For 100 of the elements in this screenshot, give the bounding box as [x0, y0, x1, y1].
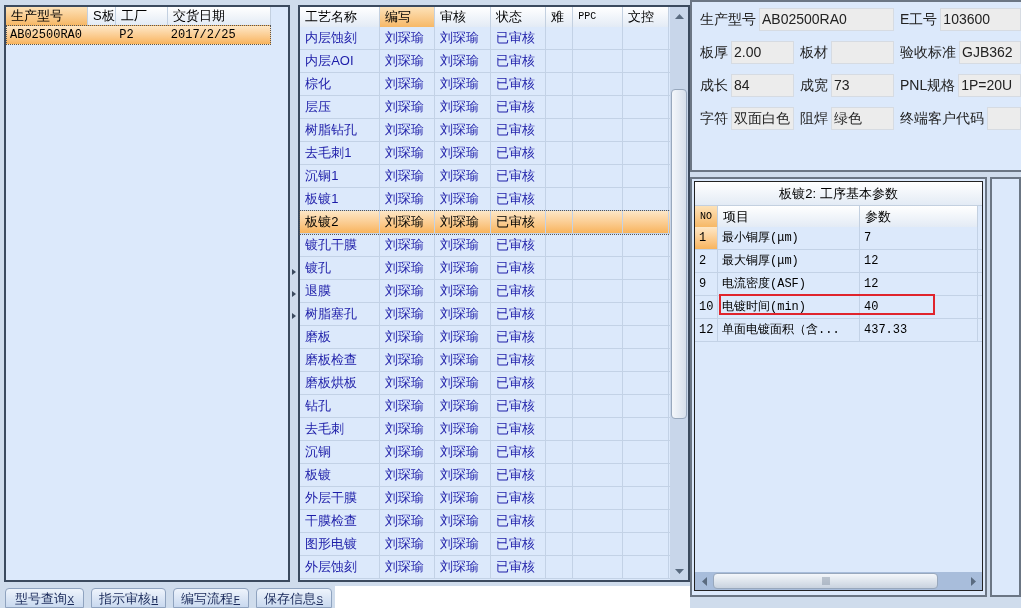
table-cell: 钻孔	[300, 395, 381, 417]
grid-row[interactable]: 磨板烘板 刘琛瑜 刘琛瑜 已审核	[300, 372, 670, 395]
input-field[interactable]: AB02500RA0	[759, 8, 894, 31]
table-cell: 已审核	[491, 349, 547, 371]
grid-row[interactable]: 去毛刺1 刘琛瑜 刘琛瑜 已审核	[300, 142, 670, 165]
table-cell: 刘琛瑜	[435, 303, 492, 325]
table-cell: 9	[695, 273, 718, 295]
table-cell: 2	[695, 250, 718, 272]
input-field[interactable]: 73	[831, 74, 894, 97]
grid-row[interactable]: 板镀 刘琛瑜 刘琛瑜 已审核	[300, 464, 670, 487]
grid-row[interactable]: 树脂塞孔 刘琛瑜 刘琛瑜 已审核	[300, 303, 670, 326]
table-cell: 磨板烘板	[300, 372, 381, 394]
grid-row[interactable]: 10 电镀时间(min) 40	[695, 296, 982, 319]
grid-row[interactable]: 磨板 刘琛瑜 刘琛瑜 已审核	[300, 326, 670, 349]
table-cell: 已审核	[491, 280, 547, 302]
column-header[interactable]: 状态	[491, 7, 547, 27]
table-cell: 已审核	[491, 395, 547, 417]
table-cell: 磨板检查	[300, 349, 381, 371]
grid-row[interactable]: 镀孔 刘琛瑜 刘琛瑜 已审核	[300, 257, 670, 280]
table-cell: 已审核	[491, 510, 547, 532]
toolbar-button[interactable]: 保存信息S	[255, 588, 332, 608]
input-field[interactable]	[831, 41, 894, 64]
column-header[interactable]: 生产型号	[6, 7, 88, 25]
grid-row[interactable]: 沉铜 刘琛瑜 刘琛瑜 已审核	[300, 441, 670, 464]
table-cell: 已审核	[491, 119, 547, 141]
grid-row[interactable]: 板镀2 刘琛瑜 刘琛瑜 已审核	[300, 211, 670, 234]
table-cell: 刘琛瑜	[380, 372, 436, 394]
input-field[interactable]: 84	[731, 74, 794, 97]
input-field[interactable]	[987, 107, 1021, 130]
table-cell: 已审核	[491, 372, 547, 394]
table-cell: 已审核	[491, 418, 547, 440]
grid-row[interactable]: 钻孔 刘琛瑜 刘琛瑜 已审核	[300, 395, 670, 418]
table-cell: 刘琛瑜	[380, 234, 436, 256]
table-cell: 已审核	[491, 464, 547, 486]
column-header[interactable]: 交货日期	[168, 7, 271, 25]
column-header[interactable]: 文控	[623, 7, 670, 27]
table-cell: 最大铜厚(μm)	[718, 250, 860, 272]
grid-row[interactable]: 12 单面电镀面积（含... 437.33	[695, 319, 982, 342]
table-cell: 刘琛瑜	[435, 234, 492, 256]
grid-row[interactable]: 外层干膜 刘琛瑜 刘琛瑜 已审核	[300, 487, 670, 510]
toolbar-button[interactable]: 指示审核H	[91, 588, 166, 608]
scroll-thumb[interactable]	[713, 573, 938, 589]
list-row[interactable]: AB02500RA0 P2 2017/2/25	[6, 25, 271, 45]
table-cell-text: AB02500RA0	[9, 27, 83, 44]
grid-row[interactable]: 层压 刘琛瑜 刘琛瑜 已审核	[300, 96, 670, 119]
column-header[interactable]: PPC	[573, 7, 624, 27]
table-cell: 树脂钻孔	[300, 119, 381, 141]
grid-row[interactable]: 磨板检查 刘琛瑜 刘琛瑜 已审核	[300, 349, 670, 372]
table-cell: 已审核	[491, 73, 547, 95]
horizontal-scrollbar[interactable]	[695, 572, 982, 590]
grid-row[interactable]: 树脂钻孔 刘琛瑜 刘琛瑜 已审核	[300, 119, 670, 142]
grid-row[interactable]: 棕化 刘琛瑜 刘琛瑜 已审核	[300, 73, 670, 96]
table-cell: 刘琛瑜	[435, 418, 492, 440]
table-cell: 外层干膜	[300, 487, 381, 509]
grid-row[interactable]: 干膜检查 刘琛瑜 刘琛瑜 已审核	[300, 510, 670, 533]
input-field[interactable]: 2.00	[731, 41, 794, 64]
column-header[interactable]: 审核	[435, 7, 492, 27]
grid-row[interactable]: 2 最大铜厚(μm) 12	[695, 250, 982, 273]
toolbar-button[interactable]: 编写流程F	[173, 588, 249, 608]
column-header[interactable]: 参数	[860, 206, 978, 227]
input-field[interactable]: 103600	[940, 8, 1021, 31]
column-header[interactable]: 难	[546, 7, 574, 27]
table-cell: 刘琛瑜	[435, 510, 492, 532]
splitter-grip-icon[interactable]	[292, 269, 297, 319]
vertical-scrollbar[interactable]	[670, 7, 688, 580]
table-cell: 刘琛瑜	[380, 280, 436, 302]
column-header[interactable]: 项目	[718, 206, 860, 227]
input-field[interactable]: 双面白色	[731, 107, 794, 130]
scroll-thumb[interactable]	[671, 89, 687, 419]
grid-row[interactable]: 沉铜1 刘琛瑜 刘琛瑜 已审核	[300, 165, 670, 188]
grid-row[interactable]: 1 最小铜厚(μm) 7	[695, 227, 982, 250]
field-label: 生产型号	[700, 10, 757, 29]
field-label: 板厚	[700, 43, 729, 62]
grid-row[interactable]: 内层AOI 刘琛瑜 刘琛瑜 已审核	[300, 50, 670, 73]
grid-row[interactable]: 9 电流密度(ASF) 12	[695, 273, 982, 296]
table-cell: 刘琛瑜	[380, 165, 436, 187]
table-cell: 刘琛瑜	[435, 119, 492, 141]
grid-row[interactable]: 镀孔干膜 刘琛瑜 刘琛瑜 已审核	[300, 234, 670, 257]
column-header[interactable]: 编写	[380, 7, 436, 27]
table-cell: 板镀2	[300, 211, 381, 233]
table-cell: 刘琛瑜	[380, 96, 436, 118]
grid-row[interactable]: 图形电镀 刘琛瑜 刘琛瑜 已审核	[300, 533, 670, 556]
column-header[interactable]: 工艺名称	[300, 7, 381, 27]
column-header[interactable]: S板	[88, 7, 116, 25]
grid-row[interactable]: 去毛刺 刘琛瑜 刘琛瑜 已审核	[300, 418, 670, 441]
grid-row[interactable]: 退膜 刘琛瑜 刘琛瑜 已审核	[300, 280, 670, 303]
grid-row[interactable]: 内层蚀刻 刘琛瑜 刘琛瑜 已审核	[300, 27, 670, 50]
field-label: E工号	[900, 10, 939, 29]
grid-row[interactable]: 外层蚀刻 刘琛瑜 刘琛瑜 已审核	[300, 556, 670, 579]
field-label: 终端客户代码	[900, 109, 985, 128]
input-field[interactable]: 绿色	[831, 107, 894, 130]
table-cell: 已审核	[491, 556, 547, 578]
input-field[interactable]: GJB362	[959, 41, 1021, 64]
input-field[interactable]: 1P=20U	[958, 74, 1021, 97]
column-header[interactable]: 工厂	[116, 7, 168, 25]
table-cell: 已审核	[491, 487, 547, 509]
table-cell: 刘琛瑜	[380, 533, 436, 555]
table-cell: 刘琛瑜	[380, 257, 436, 279]
toolbar-button[interactable]: 型号查询X	[5, 588, 85, 608]
column-header[interactable]: NO	[695, 206, 718, 227]
